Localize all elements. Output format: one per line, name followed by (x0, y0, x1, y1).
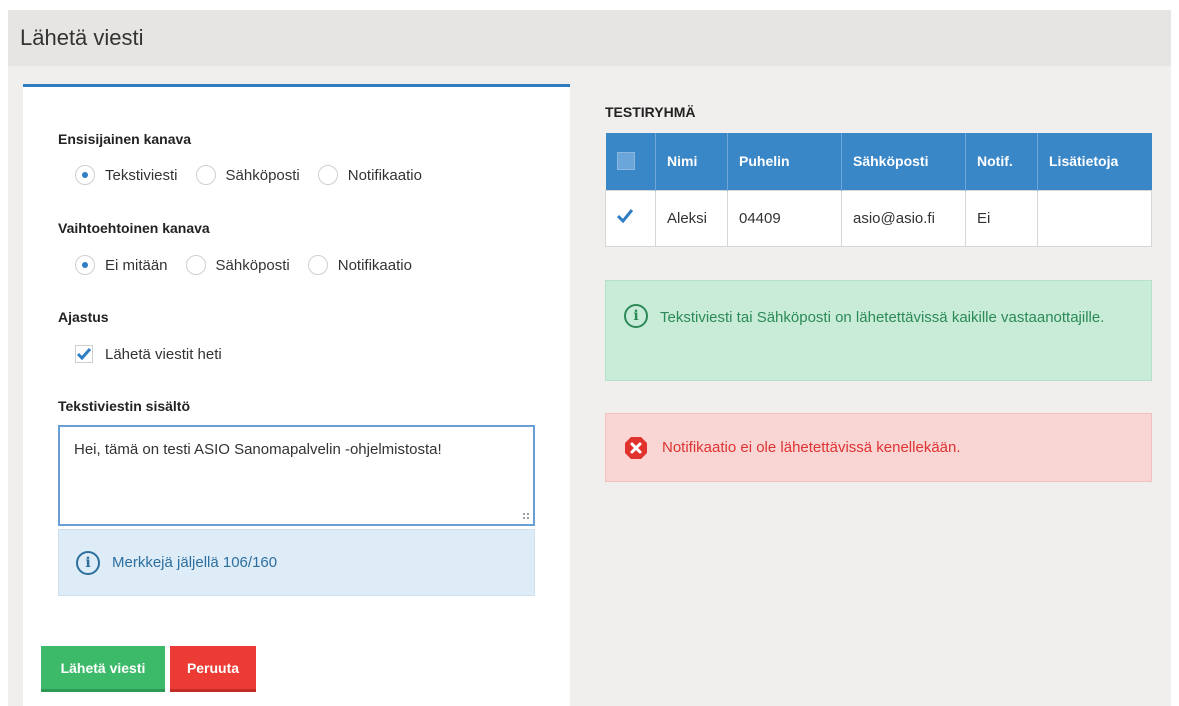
alternate-channel-label: Vaihtoehtoinen kanava (58, 220, 210, 236)
radio-checked-icon[interactable] (75, 165, 95, 185)
alternate-channel-radio-group: Ei mitään Sähköposti Notifikaatio (75, 255, 430, 275)
table-row: Aleksi 04409 asio@asio.fi Ei (605, 189, 1152, 247)
send-message-button[interactable]: Lähetä viesti (41, 646, 165, 692)
primary-channel-radio-group: Tekstiviesti Sähköposti Notifikaatio (75, 165, 440, 185)
send-now-checkbox-row[interactable]: Lähetä viestit heti (75, 345, 222, 363)
cell-notif: Ei (965, 189, 1038, 247)
danger-alert-text: Notifikaatio ei ole lähetettävissä kenel… (662, 439, 961, 456)
option-label: Sähköposti (225, 166, 300, 184)
alternate-channel-option-none[interactable]: Ei mitään (75, 255, 168, 275)
cancel-button[interactable]: Peruuta (170, 646, 256, 692)
info-icon: i (76, 550, 100, 575)
alternate-channel-option-email[interactable]: Sähköposti (185, 255, 290, 275)
textarea-resize-grip[interactable] (522, 512, 530, 520)
group-title: TESTIRYHMÄ (605, 104, 696, 120)
radio-unchecked-icon[interactable] (317, 165, 338, 185)
table-header-row: Nimi Puhelin Sähköposti Notif. Lisätieto… (605, 133, 1152, 190)
column-header-info: Lisätietoja (1037, 133, 1152, 190)
alternate-channel-option-notification[interactable]: Notifikaatio (307, 255, 412, 275)
primary-channel-option-notification[interactable]: Notifikaatio (317, 165, 422, 185)
option-label: Sähköposti (215, 256, 290, 274)
select-all-checkbox[interactable] (616, 152, 635, 171)
cell-name: Aleksi (655, 189, 728, 247)
radio-unchecked-icon[interactable] (185, 255, 206, 275)
success-alert-text: Tekstiviesti tai Sähköposti on lähetettä… (660, 309, 1105, 326)
primary-channel-label: Ensisijainen kanava (58, 131, 192, 147)
primary-channel-option-sms[interactable]: Tekstiviesti (75, 165, 178, 185)
select-all-header[interactable] (605, 133, 656, 190)
info-icon: i (624, 304, 648, 329)
radio-unchecked-icon[interactable] (195, 165, 216, 185)
characters-left-text: Merkkejä jäljellä 106/160 (112, 554, 278, 571)
cell-phone: 04409 (727, 189, 842, 247)
cell-email: asio@asio.fi (841, 189, 966, 247)
column-header-phone: Puhelin (727, 133, 842, 190)
send-now-checkbox[interactable] (75, 345, 93, 363)
page-header: Lähetä viesti (8, 10, 1171, 66)
message-textarea[interactable]: Hei, tämä on testi ASIO Sanomapalvelin -… (58, 425, 535, 526)
message-content-label: Tekstiviestin sisältö (58, 398, 191, 414)
primary-channel-option-email[interactable]: Sähköposti (195, 165, 300, 185)
option-label: Notifikaatio (337, 256, 412, 274)
send-message-form: Ensisijainen kanava Tekstiviesti Sähköpo… (23, 84, 570, 706)
radio-checked-icon[interactable] (75, 255, 95, 275)
radio-unchecked-icon[interactable] (307, 255, 328, 275)
column-header-email: Sähköposti (841, 133, 966, 190)
option-label: Notifikaatio (347, 166, 422, 184)
checkmark-icon (77, 348, 91, 360)
success-alert: i Tekstiviesti tai Sähköposti on lähetett… (605, 280, 1152, 381)
recipients-table: Nimi Puhelin Sähköposti Notif. Lisätieto… (605, 133, 1152, 247)
send-now-label: Lähetä viestit heti (105, 345, 222, 363)
error-x-icon (625, 436, 647, 459)
cell-info (1037, 189, 1152, 247)
row-select-cell[interactable] (605, 189, 656, 247)
danger-alert: Notifikaatio ei ole lähetettävissä kenel… (605, 413, 1152, 482)
option-label: Tekstiviesti (105, 166, 178, 184)
characters-left-info: i Merkkejä jäljellä 106/160 (58, 529, 535, 596)
column-header-name: Nimi (655, 133, 728, 190)
schedule-label: Ajastus (58, 309, 109, 325)
checkmark-icon[interactable] (616, 209, 634, 224)
page-title: Lähetä viesti (20, 25, 144, 50)
column-header-notif: Notif. (965, 133, 1038, 190)
option-label: Ei mitään (105, 256, 168, 274)
